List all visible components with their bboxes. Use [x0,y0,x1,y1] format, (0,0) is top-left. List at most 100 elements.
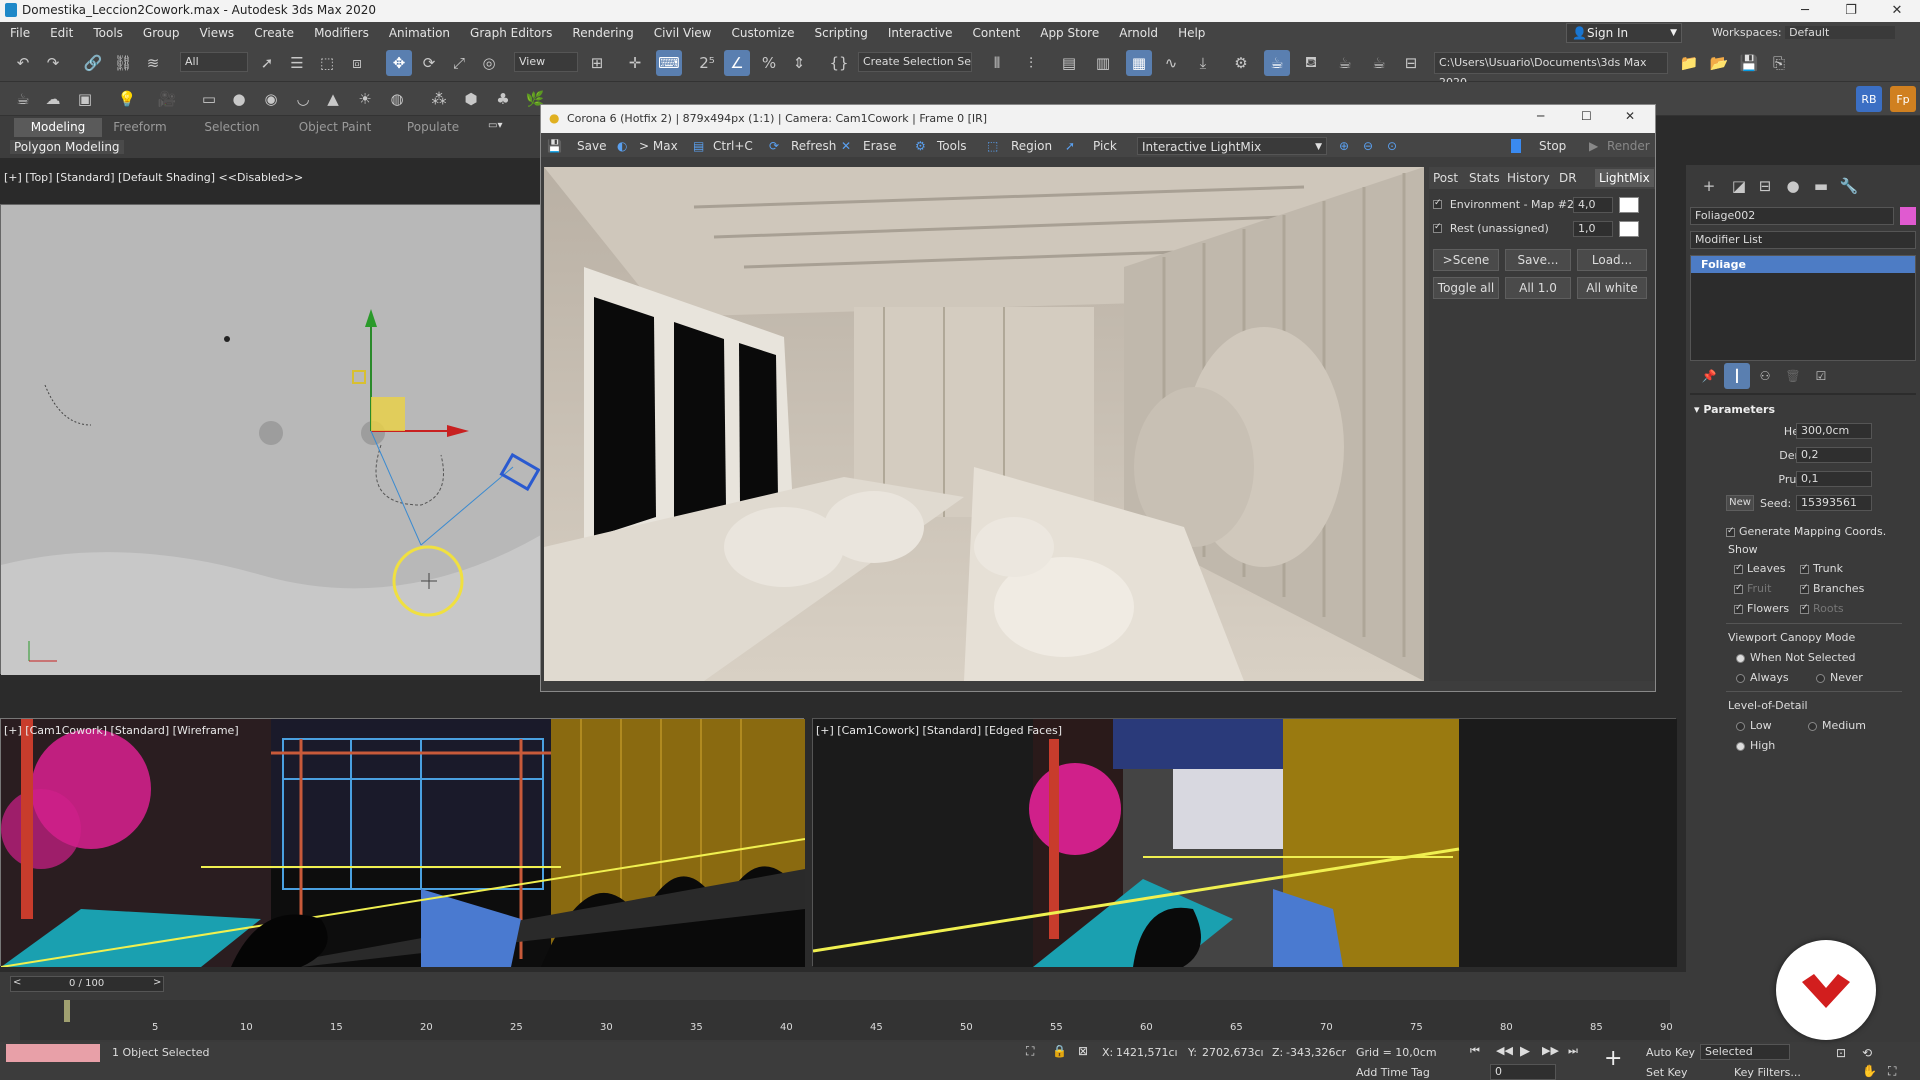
scene-explorer-icon[interactable]: ▥ [1090,50,1116,76]
rb-icon[interactable]: RB [1856,86,1882,112]
menu-create[interactable]: Create [244,22,304,44]
configure-sets-icon[interactable]: ☑ [1808,363,1834,389]
canopy-when-not-selected-radio[interactable] [1736,653,1745,663]
stack-item-foliage[interactable]: Foliage [1691,256,1915,273]
restore-icon[interactable]: ❐ [1828,0,1874,22]
schematic-view-icon[interactable]: ⤓ [1190,50,1216,76]
lod-low-radio[interactable] [1736,721,1745,731]
top-viewport-label[interactable]: [+] [Top] [Standard] [Default Shading] <… [4,171,303,184]
corona-erase-button[interactable]: Erase [863,137,897,155]
shape-icon[interactable]: ☁ [40,86,66,112]
project-path-dropdown[interactable]: C:\Users\Usuario\Documents\3ds Max 2020 [1434,52,1668,89]
layer-explorer-icon[interactable]: ▤ [1056,50,1082,76]
render-iterative-icon[interactable]: ☕ [1366,50,1392,76]
all-one-button[interactable]: All 1.0 [1505,277,1571,299]
show-leaves[interactable]: Leaves [1734,562,1785,575]
material-editor-icon[interactable]: ⚙ [1228,50,1254,76]
zoom-fit-icon[interactable]: ⊙ [1387,137,1397,155]
redo-icon[interactable]: ↷ [40,50,66,76]
time-slider[interactable]: < 0 / 100 > [10,976,164,992]
geosphere-icon[interactable]: ◉ [258,86,284,112]
sphere-icon[interactable]: ● [226,86,252,112]
ribbon-tab-object-paint[interactable]: Object Paint [290,118,380,137]
lm-save-button[interactable]: Save... [1505,249,1571,271]
rest-checkbox[interactable] [1433,222,1442,233]
top-viewport[interactable] [0,204,541,675]
edit-named-sel-icon[interactable]: {} [826,50,852,76]
angle-snap-icon[interactable]: ∠ [724,50,750,76]
motion-tab-icon[interactable]: ● [1780,173,1806,199]
selection-set-dropdown[interactable]: Create Selection Se [858,52,972,72]
remove-modifier-icon[interactable]: 🗑 [1780,363,1806,389]
keyboard-shortcut-icon[interactable]: ⌨ [656,50,682,76]
render-setup-icon[interactable]: ☕ [1264,50,1290,76]
select-by-name-icon[interactable]: ☰ [284,50,310,76]
a360-icon[interactable]: ⊟ [1398,50,1424,76]
z-coordinate[interactable]: -343,326cr [1286,1046,1346,1059]
align-icon[interactable]: ⫶ [1018,50,1044,76]
corona-stop-button[interactable]: Stop [1539,137,1566,155]
zoom-in-icon[interactable]: ⊕ [1339,137,1349,155]
sun-icon[interactable]: ☀ [352,86,378,112]
project-folder-icon[interactable]: 📁 [1676,50,1702,76]
goto-end-icon[interactable]: ⏭ [1568,1044,1578,1058]
environment-color-swatch[interactable] [1619,197,1639,213]
auto-key-button[interactable]: Auto Key [1646,1046,1695,1059]
next-frame-icon[interactable]: ▶▶ [1542,1044,1559,1057]
corona-close-icon[interactable]: ✕ [1625,109,1635,123]
lod-medium[interactable]: Medium [1808,719,1866,732]
scatter-icon[interactable]: ⁂ [426,86,452,112]
height-field[interactable]: 300,0cm [1796,423,1872,439]
lightmix-dropdown[interactable]: Interactive LightMix ▼ [1137,137,1327,155]
modifier-list-dropdown[interactable]: Modifier List [1690,231,1916,249]
corona-render-button[interactable]: Render [1607,137,1650,155]
add-time-tag[interactable]: Add Time Tag [1356,1066,1430,1079]
open-icon[interactable]: 📂 [1706,50,1732,76]
menu-civil-view[interactable]: Civil View [644,22,722,44]
key-filters-button[interactable]: Key Filters... [1734,1066,1801,1079]
y-coordinate[interactable]: 2702,673cı [1202,1046,1264,1059]
new-seed-button[interactable]: New [1726,495,1754,511]
show-trunk[interactable]: Trunk [1800,562,1843,575]
gen-mapping-checkbox[interactable] [1726,526,1735,537]
corona-minimize-icon[interactable]: ─ [1537,109,1544,123]
branches-checkbox[interactable] [1800,583,1809,594]
lod-low[interactable]: Low [1736,719,1772,732]
tab-dr[interactable]: DR [1559,169,1577,187]
window-crossing-icon[interactable]: ⧈ [344,50,370,76]
bind-spacewarp-icon[interactable]: ≋ [140,50,166,76]
hold-icon[interactable]: ⎘ [1766,50,1792,76]
camera-wireframe-viewport[interactable] [0,718,805,967]
corona-pick-button[interactable]: Pick [1093,137,1117,155]
ribbon-toggle-icon[interactable]: ▦ [1126,50,1152,76]
render-preview[interactable] [544,167,1424,681]
ref-coord-dropdown[interactable]: View [514,52,578,72]
menu-scripting[interactable]: Scripting [804,22,877,44]
canopy-never[interactable]: Never [1816,671,1863,684]
workspace-dropdown[interactable]: Default [1785,26,1896,39]
goto-start-icon[interactable]: ⏮ [1470,1044,1480,1058]
rect-selection-icon[interactable]: ⬚ [314,50,340,76]
menu-app-store[interactable]: App Store [1030,22,1109,44]
object-color-swatch[interactable] [1900,207,1916,225]
percent-snap-icon[interactable]: % [756,50,782,76]
set-key-plus-icon[interactable]: + [1604,1046,1622,1071]
corona-copy-button[interactable]: Ctrl+C [713,137,753,155]
corona-maximize-icon[interactable]: ☐ [1581,109,1592,123]
maximize-viewport-icon[interactable]: ⛶ [1888,1064,1896,1079]
pruning-field[interactable]: 0,1 [1796,471,1872,487]
plane-icon[interactable]: ▭ [196,86,222,112]
make-unique-icon[interactable]: ⚇ [1752,363,1778,389]
minimize-icon[interactable]: ─ [1782,0,1828,22]
menu-views[interactable]: Views [189,22,244,44]
render-production-icon[interactable]: ☕ [1332,50,1358,76]
menu-rendering[interactable]: Rendering [562,22,643,44]
rest-color-swatch[interactable] [1619,221,1639,237]
snaps-icon[interactable]: 2⁵ [694,50,720,76]
polygon-modeling-label[interactable]: Polygon Modeling [10,140,124,154]
save-icon[interactable]: 💾 [1736,50,1762,76]
lod-high[interactable]: High [1736,739,1775,752]
time-cursor[interactable] [64,1000,70,1022]
menu-edit[interactable]: Edit [40,22,83,44]
modify-tab-icon[interactable]: ◪ [1726,173,1752,199]
